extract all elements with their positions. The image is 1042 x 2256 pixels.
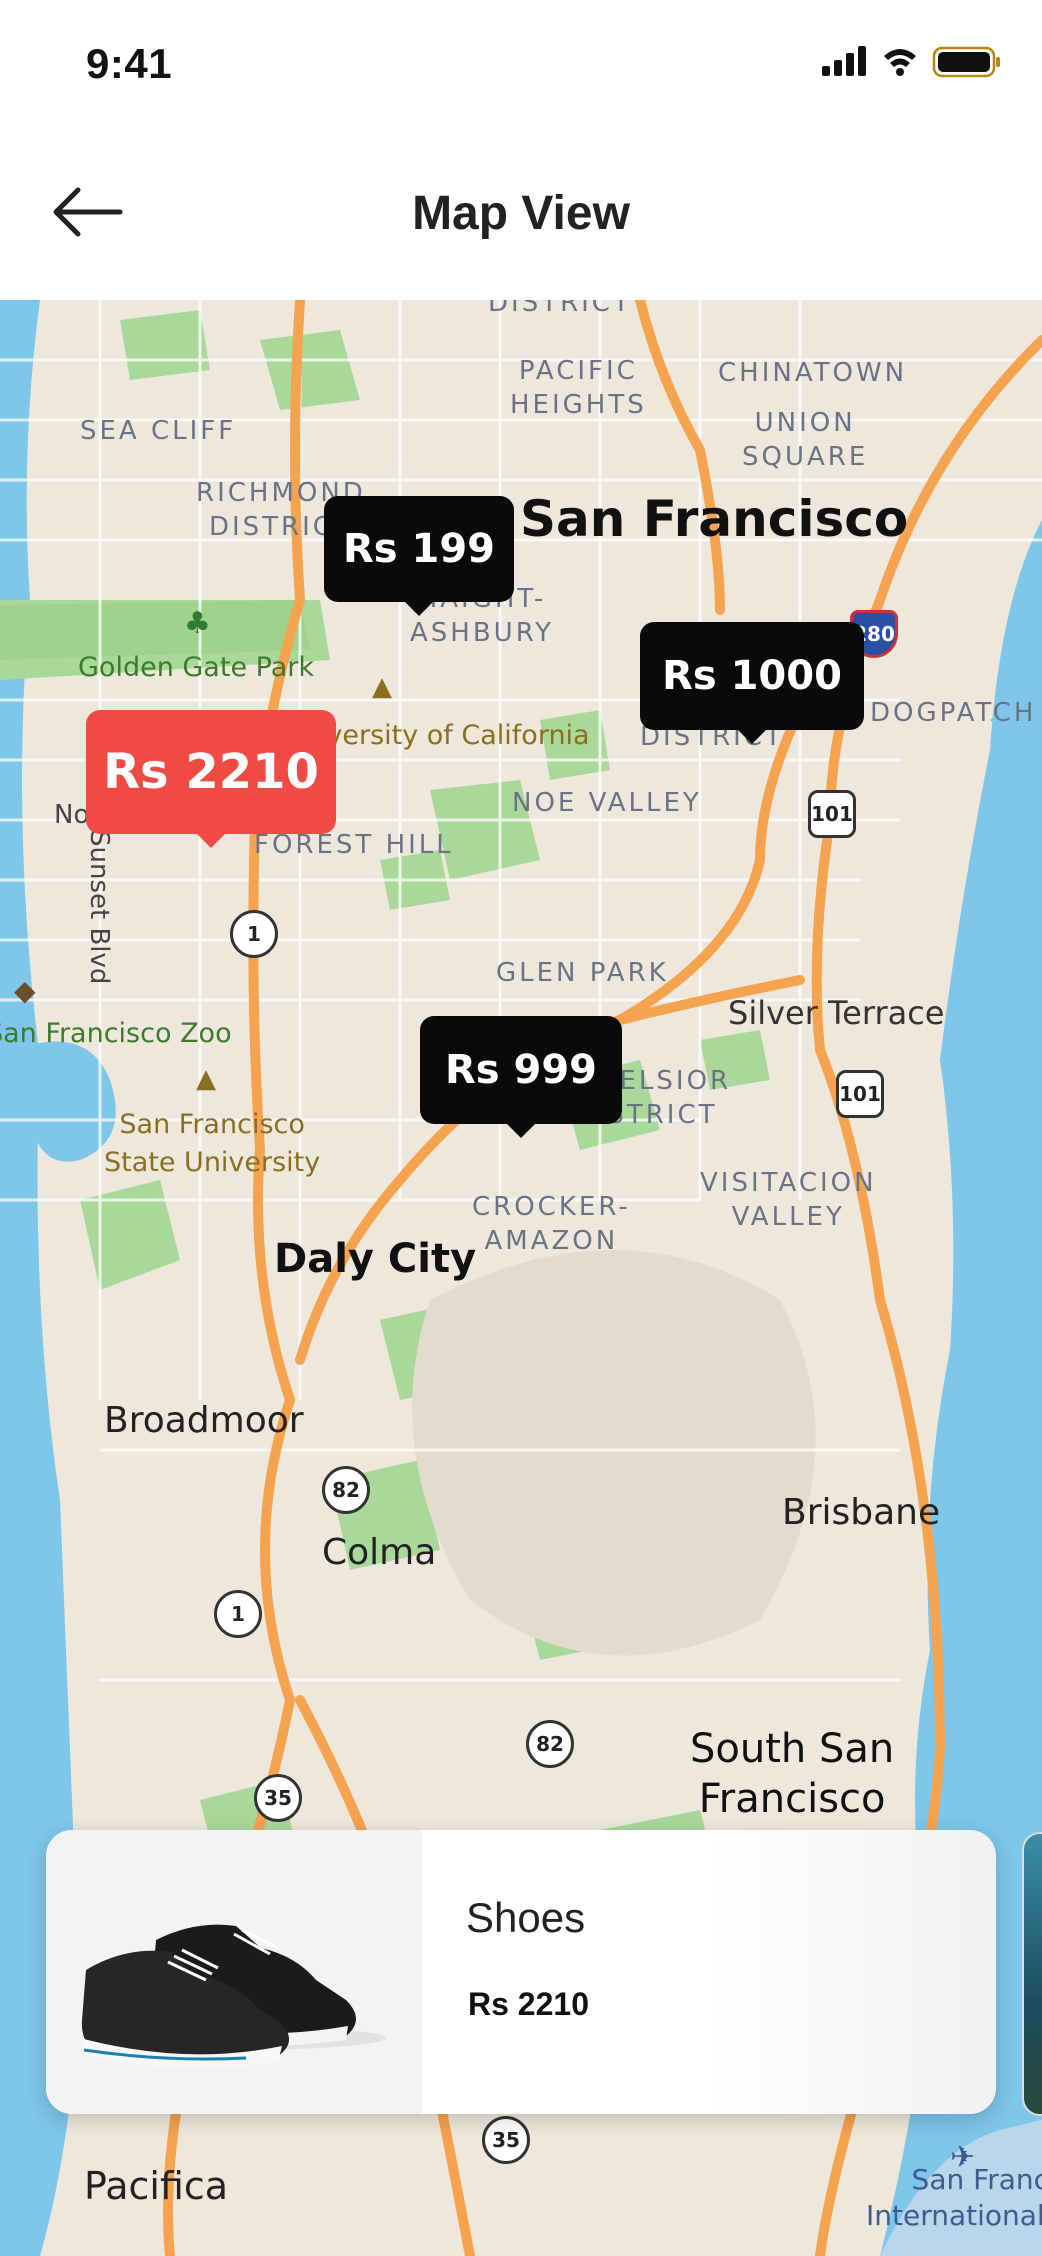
map-label-chinatown: CHINATOWN (718, 358, 908, 388)
map-label-district-top: DISTRICT (488, 300, 632, 318)
university-icon: ▲ (372, 672, 392, 702)
map-label-sf-zoo: San Francisco Zoo (0, 1018, 232, 1049)
price-pin-selected[interactable]: Rs 2210 (86, 710, 336, 848)
map-label-brisbane: Brisbane (782, 1492, 941, 1533)
battery-icon (932, 46, 1000, 78)
status-bar: 9:41 (0, 0, 1042, 125)
zoo-icon: ◆ (14, 974, 36, 1007)
product-image (46, 1830, 422, 2114)
map-label-sea-cliff: SEA CLIFF (80, 416, 237, 446)
route-1-shield: 1 (230, 910, 278, 958)
signal-icon (822, 46, 866, 76)
map-label-glen-park: GLEN PARK (496, 958, 669, 988)
map-label-crocker: CROCKER- AMAZON (472, 1192, 631, 1256)
map-label-south-sf: South San Francisco (690, 1726, 895, 1822)
map-label-golden-gate-park: Golden Gate Park (78, 652, 314, 683)
product-name: Shoes (466, 1894, 586, 1941)
map-label-sf-state: San Francisco State University (104, 1109, 321, 1178)
map-label-san-francisco: San Francisco (520, 490, 909, 548)
route-82-shield: 82 (322, 1466, 370, 1514)
map-label-pacifica: Pacifica (84, 2164, 229, 2208)
map-label-union-square: UNION SQUARE (742, 408, 869, 472)
header: Map View (0, 124, 1042, 300)
price-pin[interactable]: Rs 1000 (640, 622, 864, 744)
map-label-broadmoor: Broadmoor (104, 1400, 304, 1441)
price-pin[interactable]: Rs 199 (324, 496, 514, 616)
route-82-shield-south: 82 (526, 1720, 574, 1768)
map-label-daly-city: Daly City (274, 1236, 477, 1282)
map-label-silver-terrace: Silver Terrace (728, 994, 945, 1032)
page-title: Map View (412, 187, 630, 240)
product-price: Rs 2210 (468, 1986, 589, 2022)
product-card[interactable]: Shoes Rs 2210 (46, 1830, 996, 2114)
map-label-noe-valley: NOE VALLEY (512, 788, 702, 818)
highway-101-shield-south: 101 (836, 1070, 884, 1118)
sneaker-icon (80, 1924, 386, 2068)
route-35-shield-south: 35 (482, 2116, 530, 2164)
status-icons (822, 44, 1002, 80)
map-label-sunset-blvd: Sunset Blvd (84, 830, 114, 985)
map-label-dogpatch: DOGPATCH (870, 698, 1037, 728)
park-icon: ♣ (184, 606, 211, 641)
highway-101-shield: 101 (808, 790, 856, 838)
price-pin[interactable]: Rs 999 (420, 1016, 622, 1138)
airport-icon: ✈ (950, 2140, 976, 2175)
route-35-shield: 35 (254, 1774, 302, 1822)
map-label-visitacion: VISITACION VALLEY (700, 1168, 877, 1232)
status-time: 9:41 (86, 40, 173, 87)
university-icon-sfsu: ▲ (196, 1064, 216, 1094)
route-1-shield-south: 1 (214, 1590, 262, 1638)
wifi-icon (884, 49, 916, 76)
map-label-pacific-heights: PACIFIC HEIGHTS (510, 356, 647, 420)
next-product-card-peek[interactable] (1022, 1832, 1042, 2116)
map-label-colma: Colma (322, 1532, 437, 1573)
